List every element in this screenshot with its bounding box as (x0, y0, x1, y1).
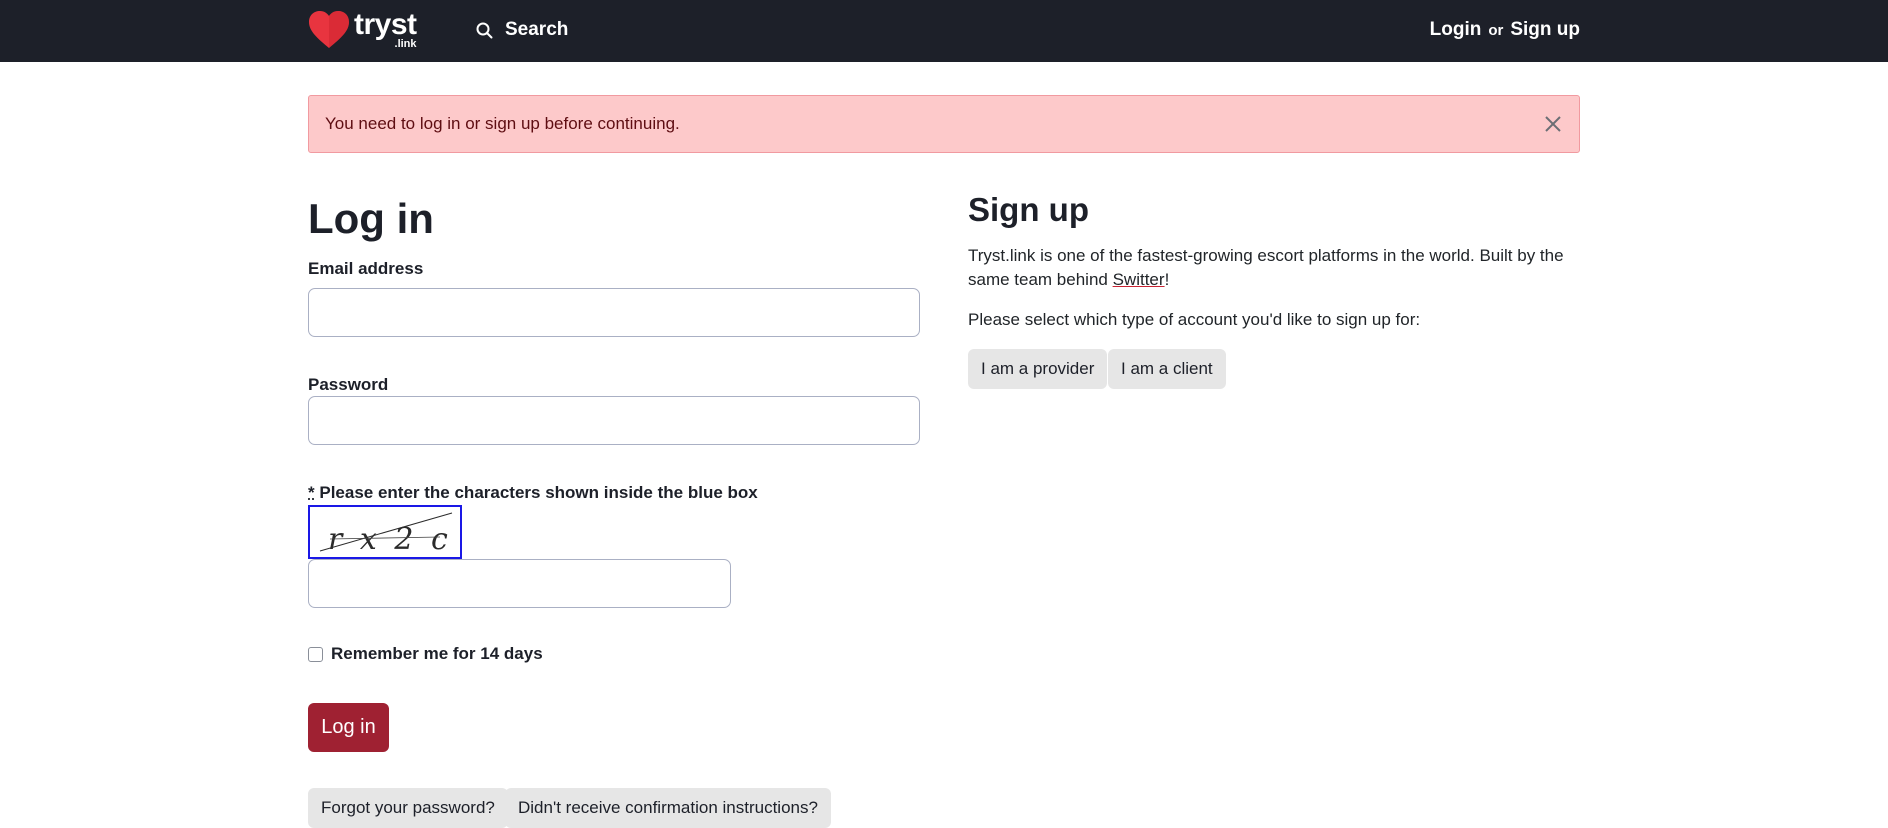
forgot-password-button[interactable]: Forgot your password? (308, 788, 508, 828)
captcha-label-row: * Please enter the characters shown insi… (308, 483, 758, 503)
captcha-input[interactable] (308, 559, 731, 608)
email-label: Email address (308, 259, 423, 279)
captcha-graphic: r x 2 c (310, 507, 460, 557)
provider-signup-button[interactable]: I am a provider (968, 349, 1107, 389)
brand-subtitle: .link (395, 38, 417, 50)
captcha-label: Please enter the characters shown inside… (319, 483, 757, 502)
signup-link[interactable]: Sign up (1510, 19, 1580, 41)
search-icon (476, 22, 493, 39)
switter-link[interactable]: Switter (1113, 270, 1165, 289)
captcha-text: r x 2 c (328, 522, 452, 557)
password-label: Password (308, 375, 388, 395)
remember-label[interactable]: Remember me for 14 days (331, 644, 543, 664)
brand-logo[interactable]: tryst .link (307, 10, 417, 50)
remember-checkbox[interactable] (308, 647, 323, 662)
top-navbar: tryst .link Search Login or Sign up (0, 0, 1888, 62)
login-submit-button[interactable]: Log in (308, 703, 389, 752)
signup-intro-end: ! (1165, 270, 1170, 289)
signup-intro-text: Tryst.link is one of the fastest-growing… (968, 246, 1564, 289)
search-label: Search (505, 19, 568, 41)
email-field[interactable] (308, 288, 920, 337)
close-icon[interactable] (1541, 112, 1565, 136)
brand-name: tryst (354, 10, 417, 40)
signup-select-prompt: Please select which type of account you'… (968, 308, 1580, 332)
confirmation-instructions-button[interactable]: Didn't receive confirmation instructions… (505, 788, 831, 828)
login-title: Log in (308, 193, 434, 245)
alert-banner: You need to log in or sign up before con… (308, 95, 1580, 153)
required-mark: * (308, 483, 315, 502)
client-signup-button[interactable]: I am a client (1108, 349, 1226, 389)
login-link[interactable]: Login (1430, 19, 1482, 41)
auth-links: Login or Sign up (1430, 19, 1580, 41)
or-text: or (1488, 22, 1503, 39)
alert-message: You need to log in or sign up before con… (325, 114, 680, 134)
signup-intro: Tryst.link is one of the fastest-growing… (968, 244, 1580, 292)
search-link[interactable]: Search (476, 19, 568, 41)
signup-title: Sign up (968, 190, 1089, 230)
password-field[interactable] (308, 396, 920, 445)
heart-logo-icon (307, 10, 351, 50)
brand-text: tryst .link (354, 10, 417, 40)
captcha-image: r x 2 c (308, 505, 462, 559)
